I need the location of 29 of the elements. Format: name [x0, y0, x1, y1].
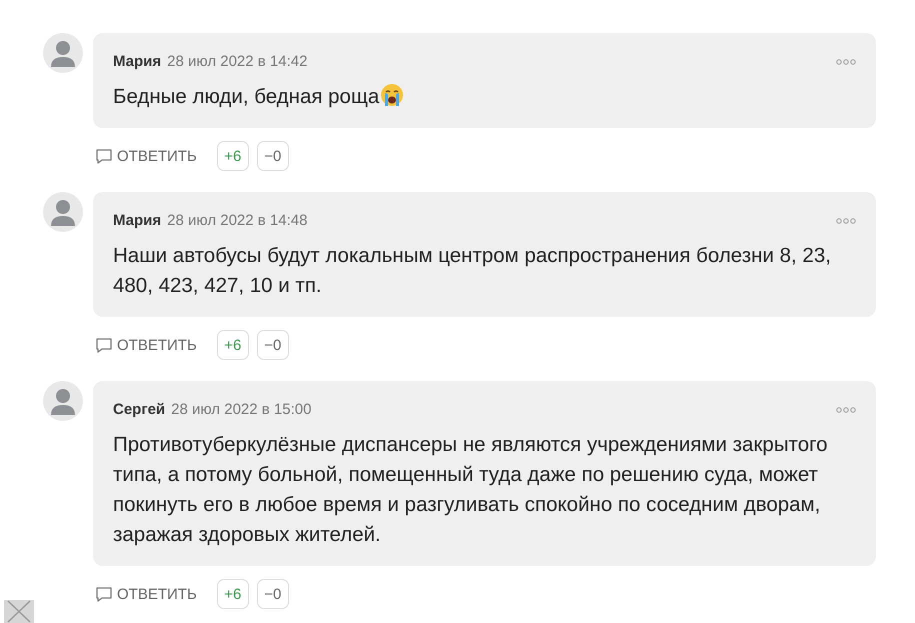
comment-date: 28 июл 2022 в 15:00 — [171, 401, 312, 418]
comment-date: 28 июл 2022 в 14:48 — [167, 212, 308, 229]
avatar — [43, 33, 83, 73]
upvote-button[interactable]: +6 — [216, 141, 249, 171]
speech-bubble-icon — [95, 148, 113, 164]
crying-face-icon — [380, 83, 404, 107]
downvote-button[interactable]: −0 — [256, 579, 289, 609]
author-name: Мария — [113, 212, 162, 229]
comment-text: Наши автобусы будут локальным центром распространения болезни 8, 23, 480, 423, 427, 10 и тп. — [113, 244, 831, 297]
author-name: Мария — [113, 53, 162, 70]
author-name: Сергей — [113, 401, 166, 418]
reply-button[interactable]: ОТВЕТИТЬ — [95, 336, 197, 354]
comment-text: Противотуберкулёзные диспансеры не являются учреждениями закрытого типа, а потому больной, помещенный туда даже по решению суда, может покинуть его в любое время и разгуливать спокойно по соседним дворам, заражая здоровых жителей. — [113, 433, 828, 546]
avatar — [43, 192, 83, 232]
upvote-button[interactable]: +6 — [216, 579, 249, 609]
reply-button[interactable]: ОТВЕТИТЬ — [95, 148, 197, 164]
speech-bubble-icon — [95, 336, 113, 354]
downvote-button[interactable]: −0 — [256, 330, 289, 360]
upvote-button[interactable]: +6 — [216, 330, 249, 360]
more-icon[interactable] — [836, 407, 856, 413]
reply-button[interactable]: ОТВЕТИТЬ — [95, 586, 197, 602]
more-icon[interactable] — [836, 218, 856, 224]
avatar — [43, 381, 83, 421]
close-icon[interactable] — [4, 600, 34, 623]
more-icon[interactable] — [836, 59, 856, 65]
comment-text: Бедные люди, бедная роща — [113, 85, 380, 108]
downvote-button[interactable]: −0 — [256, 141, 289, 171]
comment-date: 28 июл 2022 в 14:42 — [167, 53, 308, 70]
speech-bubble-icon — [95, 586, 113, 602]
